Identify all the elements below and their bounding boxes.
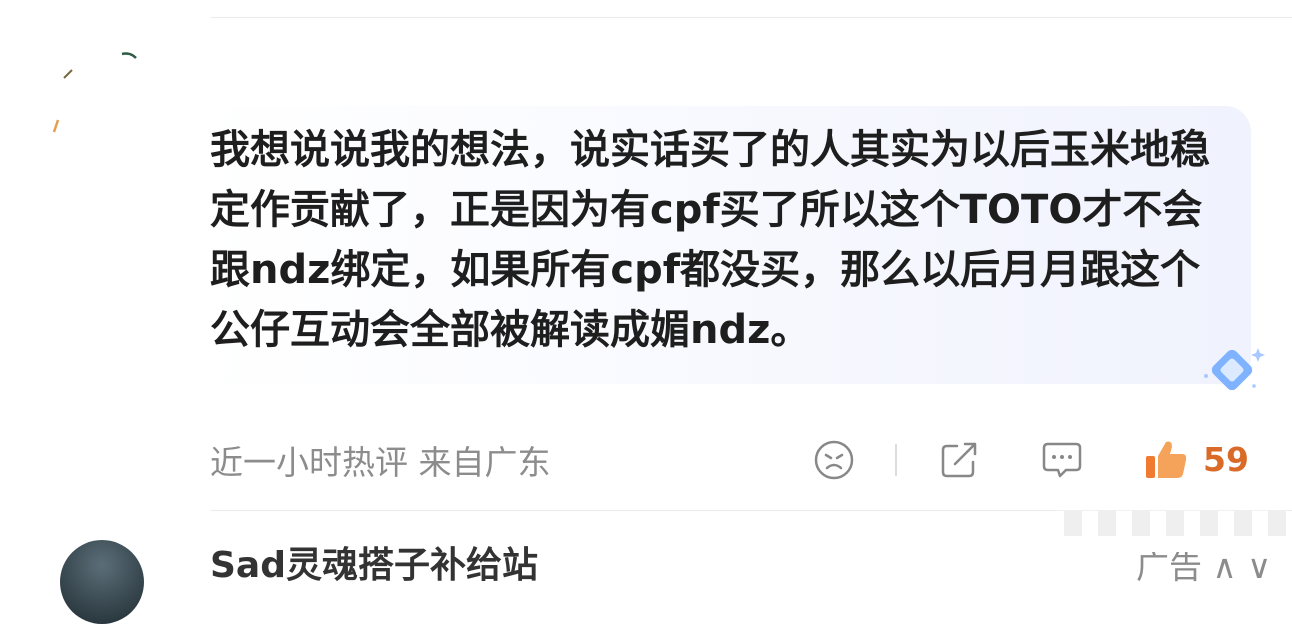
action-separator (895, 444, 897, 476)
top-divider (210, 17, 1292, 18)
avatar[interactable] (60, 540, 144, 624)
like-count: 59 (1203, 440, 1249, 479)
thumbs-up-icon[interactable] (1142, 436, 1190, 484)
comment-meta-row: 近一小时热评 来自广东 59 (210, 432, 1280, 488)
comment-bubble-icon[interactable] (1040, 438, 1084, 482)
avatar-decoration (52, 52, 137, 133)
time-location: 近一小时热评 来自广东 (210, 443, 551, 482)
share-icon[interactable] (937, 438, 981, 482)
next-comment-username[interactable]: Sad灵魂搭子补给站 (210, 536, 538, 588)
comment-text: 我想说说我的想法，说实话买了的人其实为以后玉米地稳定作贡献了，正是因为有cpf买… (210, 127, 1210, 353)
diamond-badge-icon (1204, 348, 1265, 391)
image-strip-decoration (1058, 496, 1288, 552)
sad-face-icon[interactable] (812, 438, 856, 482)
